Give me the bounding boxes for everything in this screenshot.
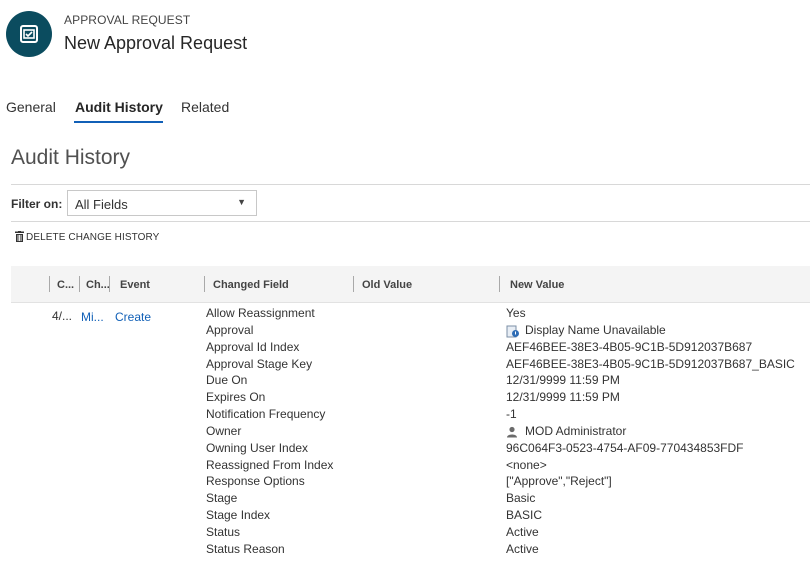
column-header-changed-by[interactable]: Ch...	[86, 279, 110, 291]
changed-field-item: Expires On	[206, 390, 266, 405]
new-value-text: Display Name Unavailable	[525, 322, 666, 337]
chevron-down-icon: ▼	[237, 197, 246, 207]
new-value-item: <none>	[506, 457, 547, 472]
record-title: New Approval Request	[64, 33, 248, 53]
new-value-item: 12/31/9999 11:59 PM	[506, 390, 620, 405]
new-value-item: Active	[506, 524, 539, 539]
column-resize-handle[interactable]	[49, 276, 50, 292]
column-resize-handle[interactable]	[79, 276, 80, 292]
column-resize-handle[interactable]	[499, 276, 500, 292]
filter-selected-value: All Fields	[75, 197, 128, 212]
changed-field-item: Response Options	[206, 474, 305, 489]
record-lookup-icon	[506, 322, 520, 339]
changed-field-item: Owning User Index	[206, 440, 309, 455]
new-value-item: ["Approve","Reject"]	[506, 474, 612, 489]
changed-field-item: Status Reason	[206, 541, 285, 556]
column-resize-handle[interactable]	[204, 276, 205, 292]
changed-field-item: Approval	[206, 322, 254, 337]
new-value-item: BASIC	[506, 508, 543, 523]
column-header-event[interactable]: Event	[120, 279, 150, 291]
column-resize-handle[interactable]	[109, 276, 110, 292]
new-value-item: Yes	[506, 306, 526, 320]
changed-date-cell: 4/...	[52, 309, 73, 323]
changed-field-item: Approval Stage Key	[206, 356, 313, 371]
new-value-list: Yes Display Name Unavailable AEF46BEE-38…	[506, 305, 795, 558]
changed-field-item: Approval Id Index	[206, 339, 300, 354]
column-header-changed-date[interactable]: C...	[57, 279, 74, 291]
column-resize-handle[interactable]	[353, 276, 354, 292]
new-value-lookup-item[interactable]: Display Name Unavailable	[506, 322, 795, 339]
tab-audit-history[interactable]: Audit History	[75, 99, 163, 115]
filter-field-select[interactable]: All Fields ▼	[67, 190, 257, 216]
changed-field-item: Reassigned From Index	[206, 457, 334, 472]
new-value-item: 96C064F3-0523-4754-AF09-770434853FDF	[506, 440, 744, 455]
changed-field-item: Stage	[206, 491, 238, 506]
delete-change-history-label: DELETE CHANGE HISTORY	[26, 232, 160, 243]
changed-field-item: Notification Frequency	[206, 407, 326, 422]
filter-divider	[11, 221, 810, 222]
filter-label: Filter on:	[11, 197, 63, 211]
active-tab-indicator	[74, 121, 163, 123]
new-value-item: Basic	[506, 491, 536, 506]
changed-field-item: Status	[206, 524, 241, 539]
column-header-old-value[interactable]: Old Value	[362, 279, 412, 291]
event-create-link[interactable]: Create	[115, 310, 151, 324]
changed-field-item: Allow Reassignment	[206, 306, 315, 320]
approval-glyph-icon	[20, 25, 38, 43]
changed-field-item: Owner	[206, 423, 242, 438]
user-icon	[506, 423, 520, 440]
trash-icon	[15, 231, 24, 242]
new-value-item: AEF46BEE-38E3-4B05-9C1B-5D912037B687	[506, 339, 753, 354]
tab-general[interactable]: General	[6, 99, 56, 115]
section-title: Audit History	[11, 146, 131, 169]
new-value-text: MOD Administrator	[525, 423, 627, 438]
tab-related[interactable]: Related	[181, 99, 229, 115]
new-value-owner-item[interactable]: MOD Administrator	[506, 423, 795, 440]
entity-type-label: APPROVAL REQUEST	[64, 13, 191, 27]
changed-by-link[interactable]: Mi...	[81, 310, 104, 324]
changed-field-list: Allow Reassignment Approval Approval Id …	[206, 305, 333, 558]
new-value-item: Active	[506, 541, 539, 556]
section-divider	[11, 184, 810, 185]
new-value-item: -1	[506, 407, 517, 422]
new-value-item: AEF46BEE-38E3-4B05-9C1B-5D912037B687_BAS…	[506, 356, 795, 371]
column-header-new-value[interactable]: New Value	[510, 279, 564, 291]
approval-record-icon	[6, 11, 52, 57]
column-header-changed-field[interactable]: Changed Field	[213, 279, 289, 291]
new-value-item: 12/31/9999 11:59 PM	[506, 373, 620, 388]
changed-field-item: Stage Index	[206, 508, 271, 523]
changed-field-item: Due On	[206, 373, 248, 388]
